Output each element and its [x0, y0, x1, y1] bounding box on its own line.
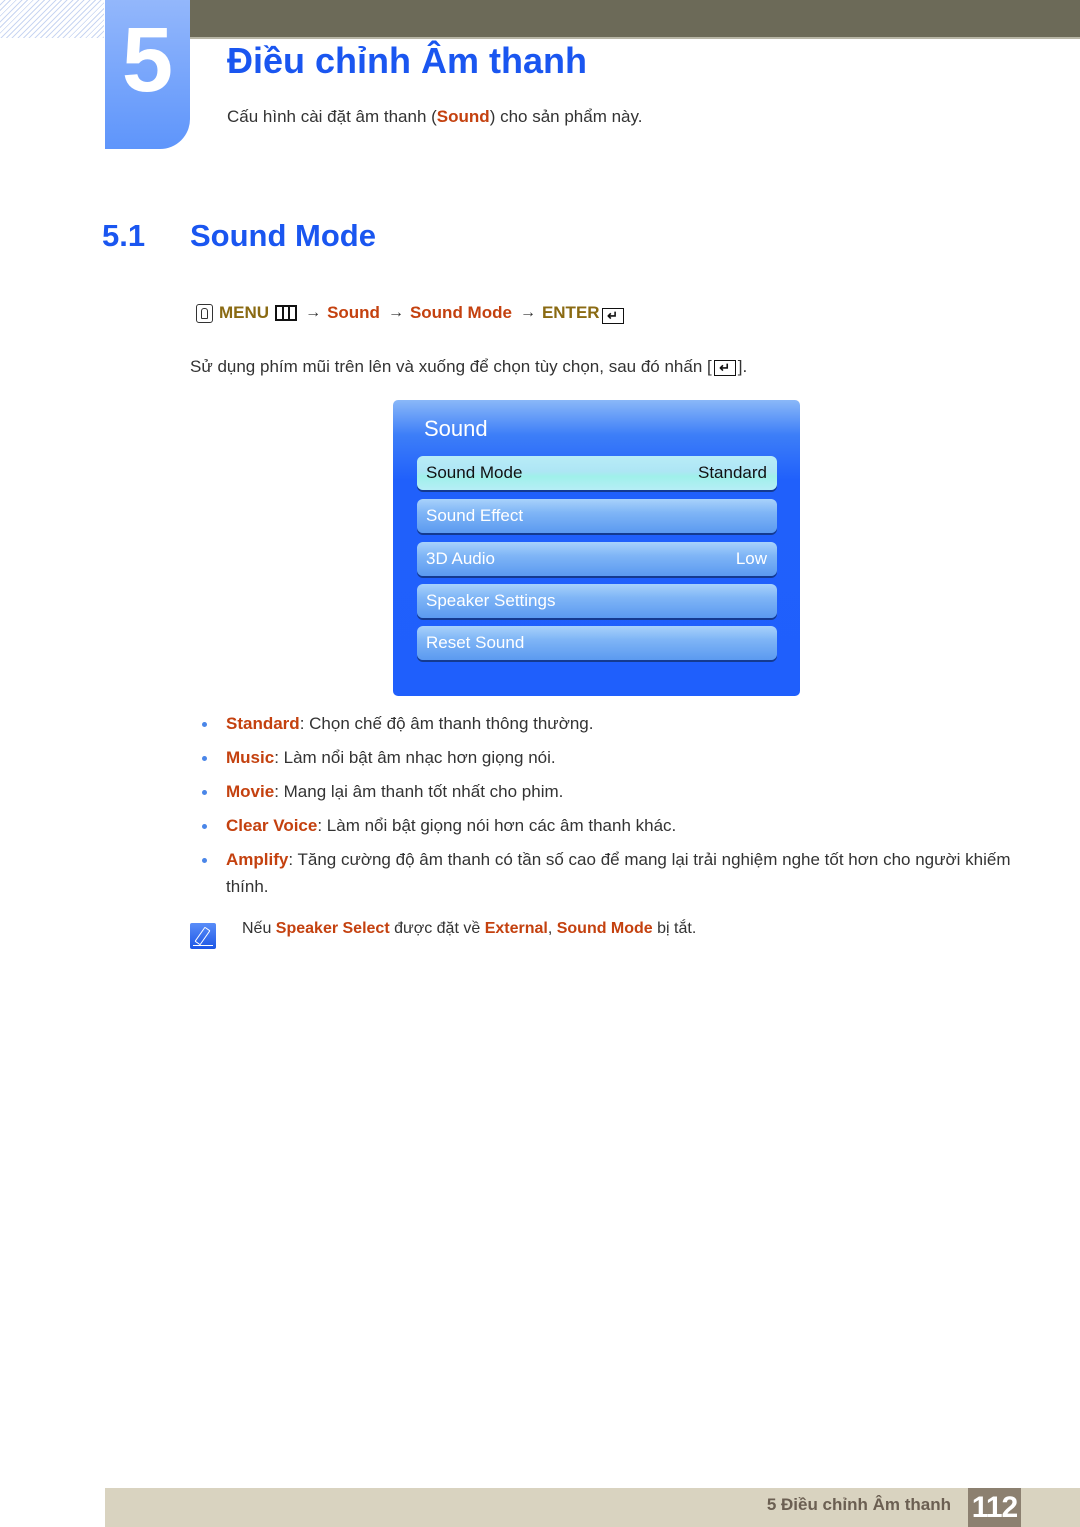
option-term: Movie	[226, 782, 275, 801]
instruction-body: Sử dụng phím mũi trên lên và xuống để ch…	[190, 357, 712, 376]
enter-icon: ↵	[601, 308, 624, 324]
osd-item-speaker-settings[interactable]: Speaker Settings	[417, 584, 777, 618]
osd-item-label: Sound Effect	[426, 506, 524, 525]
osd-item-label: Sound Mode	[426, 463, 523, 482]
header-bar	[190, 0, 1080, 39]
osd-item-sound-mode[interactable]: Sound Mode Standard	[417, 456, 777, 490]
option-standard: Standard: Chọn chế độ âm thanh thông thư…	[190, 710, 1020, 737]
option-amplify: Amplify: Tăng cường độ âm thanh có tần s…	[190, 846, 1020, 900]
option-music: Music: Làm nổi bật âm nhạc hơn giọng nói…	[190, 744, 1020, 771]
section-title: Sound Mode	[190, 218, 376, 253]
osd-item-label: Speaker Settings	[426, 591, 556, 610]
option-desc: : Mang lại âm thanh tốt nhất cho phim.	[274, 782, 564, 801]
option-desc: : Tăng cường độ âm thanh có tần số cao đ…	[226, 850, 1011, 896]
note-term-sound-mode: Sound Mode	[556, 920, 653, 937]
footer-chapter-label: 5 Điều chỉnh Âm thanh	[766, 1495, 951, 1514]
menu-step-sound: Sound	[327, 303, 380, 322]
option-desc: : Làm nổi bật giọng nói hơn các âm thanh…	[317, 816, 677, 835]
bullet-icon	[202, 858, 207, 863]
menu-step-sound-mode: Sound Mode	[409, 303, 512, 322]
menu-label: MENU	[219, 303, 270, 322]
arrow-icon: →	[387, 304, 404, 321]
note-text-part: được đặt về	[389, 920, 485, 937]
osd-item-value: Low	[735, 549, 767, 568]
sound-menu-screenshot: Sound Sound Mode Standard Sound Effect 3…	[393, 400, 800, 696]
option-term: Music	[226, 748, 275, 767]
option-term: Clear Voice	[226, 816, 318, 835]
bullet-icon	[202, 756, 207, 761]
sound-mode-options: Standard: Chọn chế độ âm thanh thông thư…	[190, 710, 1020, 907]
note-text-part: Nếu	[242, 920, 276, 937]
osd-item-label: Reset Sound	[426, 633, 525, 652]
osd-item-sound-effect[interactable]: Sound Effect	[417, 499, 777, 533]
decorative-hatch	[0, 0, 104, 38]
chapter-number: 5	[121, 9, 174, 111]
bullet-icon	[202, 824, 207, 829]
instruction-close: ].	[737, 357, 748, 376]
chapter-title: Điều chỉnh Âm thanh	[227, 40, 587, 81]
bullet-icon	[202, 790, 207, 795]
option-term: Standard	[226, 714, 300, 733]
subtitle-highlight: Sound	[436, 107, 490, 126]
note-text-part: bị tắt.	[652, 920, 697, 937]
osd-item-reset-sound[interactable]: Reset Sound	[417, 626, 777, 660]
section-heading: 5.1 Sound Mode	[102, 218, 376, 254]
section-number: 5.1	[102, 218, 146, 253]
osd-item-value: Standard	[698, 463, 767, 482]
enter-icon: ↵	[713, 360, 736, 376]
note-text: Nếu Speaker Select được đặt về External,…	[242, 920, 696, 938]
instruction-text: Sử dụng phím mũi trên lên và xuống để ch…	[190, 357, 747, 377]
page-number: 112	[968, 1488, 1021, 1527]
option-desc: : Làm nổi bật âm nhạc hơn giọng nói.	[274, 748, 556, 767]
osd-item-3d-audio[interactable]: 3D Audio Low	[417, 542, 777, 576]
subtitle-text: Cấu hình cài đặt âm thanh (	[227, 107, 437, 126]
osd-item-label: 3D Audio	[426, 549, 495, 568]
menu-grid-icon	[275, 305, 298, 321]
note-term-speaker-select: Speaker Select	[275, 920, 390, 937]
option-movie: Movie: Mang lại âm thanh tốt nhất cho ph…	[190, 778, 1020, 805]
option-term: Amplify	[226, 850, 289, 869]
remote-hand-icon	[196, 303, 213, 323]
arrow-icon: →	[305, 304, 322, 321]
menu-path: MENU → Sound → Sound Mode → ENTER ↵	[196, 303, 624, 324]
enter-label: ENTER	[541, 303, 600, 322]
chapter-subtitle: Cấu hình cài đặt âm thanh (Sound) cho sả…	[227, 107, 642, 127]
bullet-icon	[202, 722, 207, 727]
option-clear-voice: Clear Voice: Làm nổi bật giọng nói hơn c…	[190, 812, 1020, 839]
option-desc: : Chọn chế độ âm thanh thông thường.	[299, 714, 594, 733]
note-pencil-icon	[190, 923, 216, 949]
subtitle-text-end: ) cho sản phẩm này.	[489, 107, 643, 126]
note-term-external: External	[484, 920, 548, 937]
chapter-badge: 5	[105, 0, 190, 149]
osd-title: Sound	[424, 416, 488, 441]
arrow-icon: →	[519, 304, 536, 321]
note-text-part: ,	[547, 920, 557, 937]
note: Nếu Speaker Select được đặt về External,…	[190, 920, 696, 949]
